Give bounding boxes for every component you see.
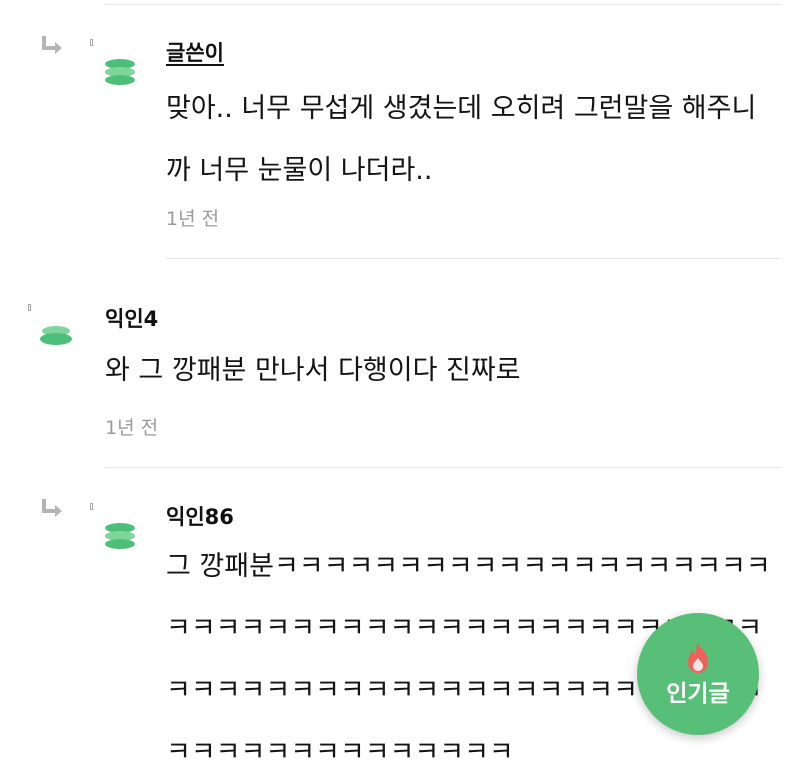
comment-author[interactable]: 글쓴이 — [166, 40, 224, 66]
divider — [166, 258, 780, 259]
reply-arrow-icon — [42, 36, 62, 54]
tiny-mark-icon — [90, 503, 93, 510]
popular-posts-button[interactable]: 인기글 — [637, 613, 759, 735]
divider — [105, 467, 780, 468]
comment-text: 와 그 깡패분 만나서 다행이다 진짜로 — [105, 355, 521, 386]
avatar-icon[interactable] — [102, 55, 138, 91]
comment-author[interactable]: 익인4 — [105, 306, 158, 332]
avatar-icon[interactable] — [102, 519, 138, 555]
tiny-mark-icon — [28, 304, 31, 311]
divider-top — [105, 4, 780, 5]
comment-author[interactable]: 익인86 — [166, 504, 234, 530]
popular-posts-label: 인기글 — [666, 681, 730, 707]
avatar-icon[interactable] — [38, 318, 74, 354]
reply-arrow-icon — [42, 499, 62, 517]
comment-time: 1년 전 — [166, 208, 220, 230]
fire-icon — [688, 643, 708, 673]
tiny-mark-icon — [90, 39, 93, 46]
comment-time: 1년 전 — [105, 417, 159, 439]
comment-text: 맞아.. 너무 무섭게 생겼는데 오히려 그런말을 해주니까 너무 눈물이 나더… — [166, 93, 757, 186]
